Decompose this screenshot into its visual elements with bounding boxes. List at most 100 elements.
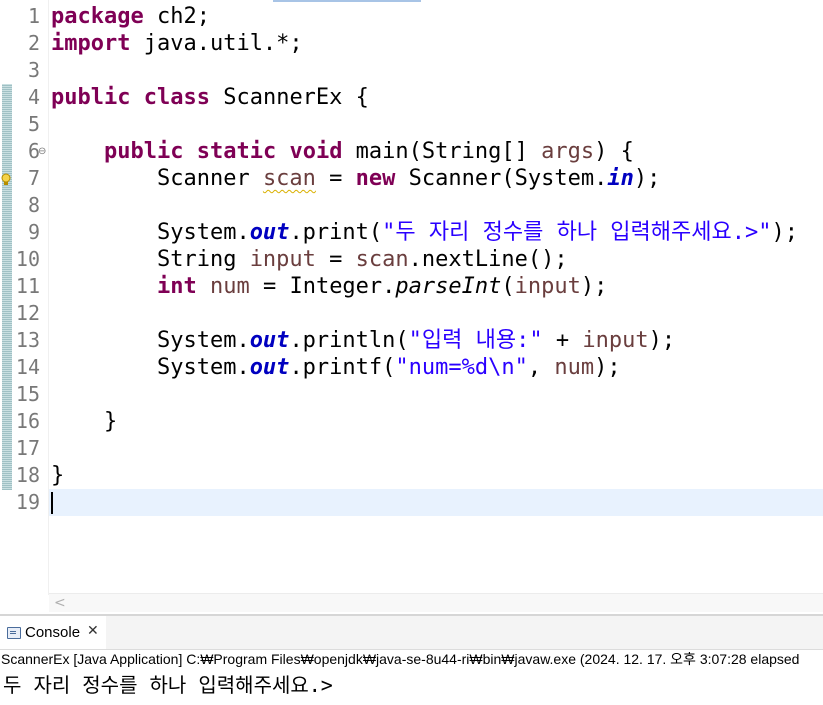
code-line-9[interactable]: System.out.print("두 자리 정수를 하나 입력해주세요.>")… [51, 219, 798, 246]
line-number: 8 [27, 193, 40, 217]
line-number: 1 [27, 4, 40, 28]
string-literal: "두 자리 정수를 하나 입력해주세요.>" [382, 220, 772, 245]
code-text: ScannerEx { [209, 85, 369, 110]
line-number: 17 [15, 436, 40, 460]
keyword: class [143, 85, 210, 110]
code-line-6[interactable]: public static void main(String[] args) { [51, 138, 634, 165]
keyword: static [196, 139, 277, 164]
fold-collapse-icon[interactable]: ⊖ [38, 146, 46, 157]
code-text: java.util.*; [130, 31, 303, 56]
line-number: 2 [27, 31, 40, 55]
code-text: System. [156, 220, 250, 245]
code-text: , [527, 355, 555, 380]
static-field: out [249, 220, 290, 245]
line-number: 4 [27, 85, 40, 109]
console-output[interactable]: 두 자리 정수를 하나 입력해주세요.> [3, 672, 333, 698]
line-number: 16 [15, 409, 40, 433]
line-number: 6 [27, 139, 40, 163]
scroll-left-arrow-icon[interactable]: < [54, 594, 66, 612]
code-line-11[interactable]: int num = Integer.parseInt(input); [51, 273, 607, 300]
code-text: ) { [594, 139, 634, 164]
string-literal: "입력 내용:" [408, 328, 543, 353]
line-number: 13 [15, 328, 40, 352]
line-number: 19 [15, 490, 40, 514]
tab-console[interactable]: Console ✕ [0, 616, 106, 649]
line-number: 11 [15, 274, 40, 298]
code-text: .printf( [289, 355, 396, 380]
change-ruler [2, 84, 12, 490]
editor-tab-indicator [273, 0, 421, 2]
code-line-10[interactable]: String input = scan.nextLine(); [51, 246, 568, 273]
string-literal: "num=%d\n" [395, 355, 528, 380]
keyword: package [51, 4, 144, 29]
console-tab-bar: Console ✕ [0, 616, 823, 650]
static-field: out [249, 328, 290, 353]
local-variable: num [554, 355, 595, 380]
code-text: System. [156, 328, 250, 353]
code-text: ); [580, 274, 608, 299]
line-number: 15 [15, 382, 40, 406]
code-text: Scanner(System. [395, 166, 608, 191]
warning-lightbulb-icon[interactable] [0, 173, 12, 187]
code-text: .print( [289, 220, 383, 245]
code-text: ( [501, 274, 515, 299]
code-text: ); [633, 166, 661, 191]
line-number: 7 [27, 166, 40, 190]
console-icon [7, 627, 21, 639]
code-text: ); [594, 355, 621, 380]
static-field: out [249, 355, 290, 380]
code-text: ); [648, 328, 676, 353]
code-line-16[interactable]: } [51, 408, 117, 435]
code-text: + [542, 328, 583, 353]
code-line-2[interactable]: import java.util.*; [51, 30, 303, 57]
code-line-18[interactable]: } [51, 462, 64, 489]
line-number: 14 [15, 355, 40, 379]
keyword: import [51, 31, 131, 56]
local-variable: input [582, 328, 649, 353]
close-icon[interactable]: ✕ [87, 623, 99, 639]
console-view: Console ✕ ScannerEx [Java Application] C… [0, 616, 823, 705]
tab-console-label: Console [25, 624, 81, 641]
line-number: 10 [15, 247, 40, 271]
text-cursor [51, 492, 53, 514]
code-text: String [156, 247, 250, 272]
code-text: ); [771, 220, 798, 245]
keyword: public [51, 85, 131, 110]
code-editor[interactable]: 1 2 3 4 5 6 7 8 9 10 11 12 13 14 15 16 1… [0, 0, 823, 615]
static-field: in [607, 166, 634, 191]
line-number: 12 [15, 301, 40, 325]
code-line-14[interactable]: System.out.printf("num=%d\n", num); [51, 354, 621, 381]
local-variable: input [514, 274, 581, 299]
local-variable-warning: scan [262, 166, 316, 191]
current-line-highlight [49, 489, 823, 516]
code-text: main(String[] [342, 139, 542, 164]
code-text: .println( [289, 328, 409, 353]
code-text: .nextLine(); [408, 247, 568, 272]
local-variable: num [209, 274, 250, 299]
local-variable: input [249, 247, 316, 272]
keyword: new [355, 166, 396, 191]
code-line-7[interactable]: Scanner scan = new Scanner(System.in); [51, 165, 660, 192]
code-text: = Integer. [249, 274, 396, 299]
code-line-1[interactable]: package ch2; [51, 3, 210, 30]
keyword: int [156, 274, 197, 299]
line-number: 5 [27, 112, 40, 136]
parameter: args [541, 139, 595, 164]
keyword: void [289, 139, 343, 164]
code-text: ch2; [143, 4, 210, 29]
code-text: System. [156, 355, 250, 380]
static-method: parseInt [395, 274, 502, 299]
horizontal-scrollbar[interactable]: < [49, 593, 823, 612]
keyword: public [103, 139, 184, 164]
code-line-13[interactable]: System.out.println("입력 내용:" + input); [51, 327, 675, 354]
code-text: = [315, 247, 356, 272]
code-line-4[interactable]: public class ScannerEx { [51, 84, 369, 111]
line-number: 18 [15, 463, 40, 487]
